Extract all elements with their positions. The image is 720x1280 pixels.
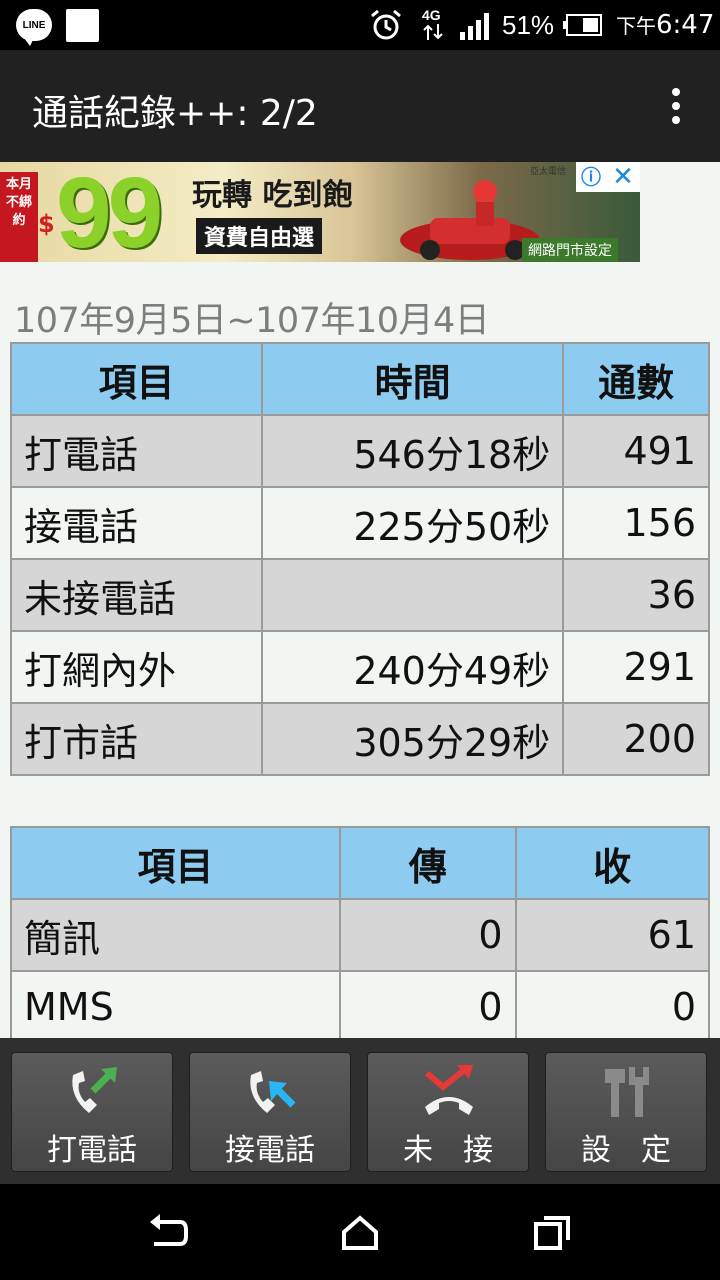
bottom-toolbar: 打電話 接電話 未 接 設 定 — [0, 1038, 720, 1184]
ad-footer: 網路門市設定 — [522, 238, 618, 262]
row-item: 打網內外 — [9, 630, 264, 704]
table-header-row: 項目 時間 通數 — [9, 342, 710, 416]
recent-apps-icon[interactable] — [532, 1214, 572, 1250]
row-count: 291 — [562, 630, 710, 704]
ad-brand: 亞太電信 — [530, 167, 567, 177]
message-summary-table: 項目 傳 收 簡訊 0 61 MMS 0 0 — [9, 826, 711, 1038]
date-range: 107年9月5日~107年10月4日 — [14, 301, 490, 341]
row-item: 接電話 — [9, 486, 264, 560]
status-bar: LINE 4G 51% 下午6:47 — [0, 0, 720, 50]
table-row: 打市話 305分29秒 200 — [9, 702, 710, 776]
ad-banner[interactable]: 本月不綁約 $ 99 玩轉 吃到飽 資費自由選 亞太電信 網路門市設定 ⓘ ✕ — [0, 162, 640, 262]
column-header-received: 收 — [514, 826, 711, 900]
table-row: 打網內外 240分49秒 291 — [9, 630, 710, 704]
table-row: 接電話 225分50秒 156 — [9, 486, 710, 560]
row-item: 打市話 — [9, 702, 264, 776]
table-row: MMS 0 0 — [9, 970, 711, 1038]
line-badge-text: LINE — [22, 19, 46, 31]
row-item: 簡訊 — [9, 898, 342, 972]
battery-percent: 51% — [502, 10, 555, 40]
table-header-row: 項目 傳 收 — [9, 826, 711, 900]
settings-button[interactable]: 設 定 — [545, 1052, 707, 1172]
incoming-calls-label: 接電話 — [225, 1133, 315, 1168]
outgoing-calls-label: 打電話 — [47, 1133, 137, 1168]
signal-icon — [460, 13, 489, 40]
incoming-calls-button[interactable]: 接電話 — [189, 1052, 351, 1172]
ad-badge: 本月不綁約 — [0, 172, 38, 262]
column-header-item: 項目 — [9, 342, 264, 416]
missed-calls-button[interactable]: 未 接 — [367, 1052, 529, 1172]
row-count: 36 — [562, 558, 710, 632]
line-app-icon: LINE — [16, 9, 52, 46]
outgoing-call-icon — [72, 1067, 117, 1113]
row-count: 156 — [562, 486, 710, 560]
row-sent: 0 — [339, 970, 517, 1038]
clock: 下午6:47 — [616, 10, 714, 40]
clock-time: 6:47 — [656, 10, 715, 40]
table-row: 打電話 546分18秒 491 — [9, 414, 710, 488]
row-time — [261, 558, 565, 632]
outgoing-calls-button[interactable]: 打電話 — [11, 1052, 173, 1172]
row-time: 305分29秒 — [261, 702, 565, 776]
row-time: 225分50秒 — [261, 486, 565, 560]
row-received: 0 — [514, 970, 711, 1038]
ad-tagline: 資費自由選 — [196, 218, 323, 254]
network-type-text: 4G — [422, 7, 441, 23]
row-received: 61 — [514, 898, 711, 972]
back-icon[interactable] — [148, 1214, 188, 1250]
row-time: 546分18秒 — [261, 414, 565, 488]
missed-calls-label: 未 接 — [403, 1133, 493, 1168]
close-icon[interactable]: ✕ — [606, 162, 640, 192]
row-sent: 0 — [339, 898, 517, 972]
column-header-sent: 傳 — [339, 826, 517, 900]
clock-ampm: 下午 — [616, 14, 656, 38]
row-item: 未接電話 — [9, 558, 264, 632]
row-count: 200 — [562, 702, 710, 776]
main-content: 本月不綁約 $ 99 玩轉 吃到飽 資費自由選 亞太電信 網路門市設定 ⓘ ✕ … — [0, 162, 720, 1038]
ad-currency: $ — [38, 210, 55, 238]
row-time: 240分49秒 — [261, 630, 565, 704]
missed-call-icon — [425, 1065, 473, 1115]
ad-headline: 玩轉 吃到飽 — [192, 178, 353, 213]
settings-label: 設 定 — [581, 1133, 671, 1168]
info-icon[interactable]: ⓘ — [576, 162, 606, 192]
notification-icon — [66, 9, 99, 42]
page-title: 通話紀錄++: 2/2 — [32, 93, 318, 134]
row-item: MMS — [9, 970, 342, 1038]
column-header-item: 項目 — [9, 826, 342, 900]
column-header-count: 通數 — [562, 342, 710, 416]
column-header-time: 時間 — [261, 342, 565, 416]
row-count: 491 — [562, 414, 710, 488]
battery-icon — [563, 14, 602, 36]
table-row: 未接電話 36 — [9, 558, 710, 632]
navigation-bar — [0, 1184, 720, 1280]
overflow-menu-icon[interactable] — [666, 88, 686, 128]
app-bar: 通話紀錄++: 2/2 — [0, 50, 720, 162]
network-type-icon: 4G — [422, 7, 443, 40]
ad-price: 99 — [56, 162, 163, 262]
tools-icon — [605, 1067, 649, 1117]
row-item: 打電話 — [9, 414, 264, 488]
call-summary-table: 項目 時間 通數 打電話 546分18秒 491 接電話 225分50秒 156… — [9, 342, 710, 776]
incoming-call-icon — [250, 1071, 296, 1113]
table-row: 簡訊 0 61 — [9, 898, 711, 972]
home-icon[interactable] — [340, 1214, 380, 1250]
alarm-icon — [371, 9, 401, 40]
